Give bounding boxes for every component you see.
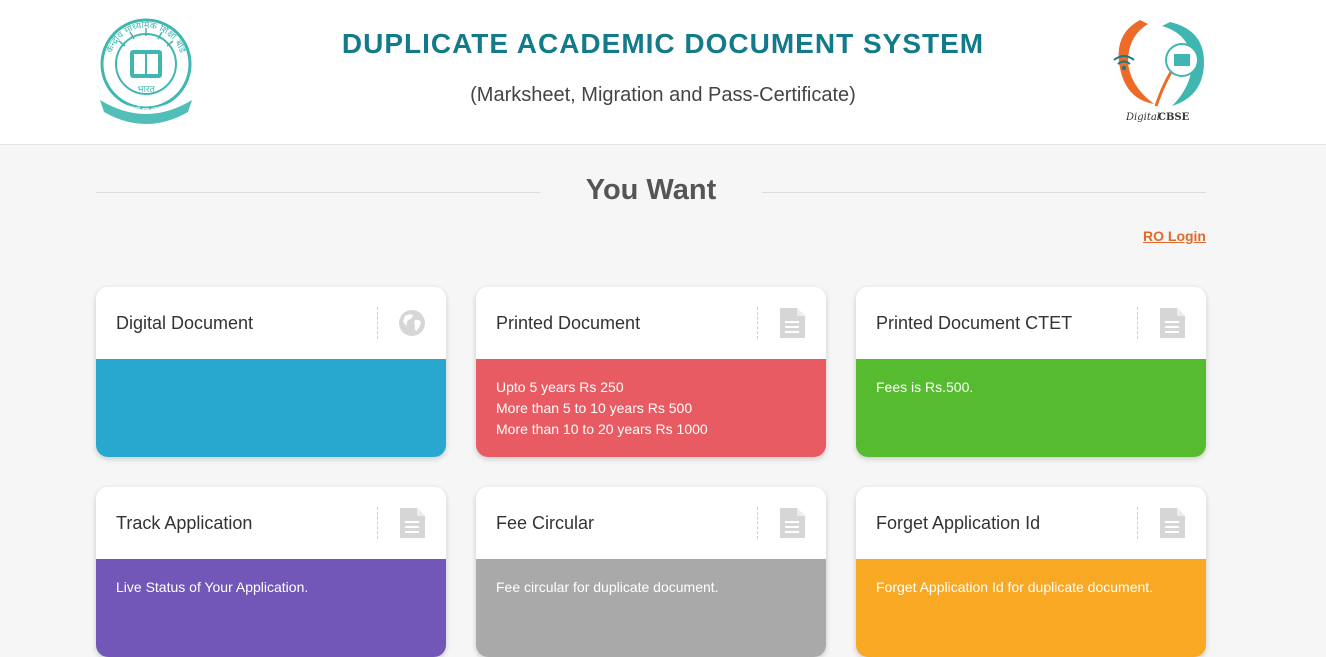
card-body-line: More than 5 to 10 years Rs 500 (496, 400, 693, 416)
document-icon (398, 507, 426, 539)
card-title: Printed Document (496, 313, 641, 333)
section-title: You Want (585, 174, 717, 206)
document-icon (778, 307, 806, 339)
card-title: Digital Document (116, 313, 254, 333)
card-separator (757, 307, 758, 339)
cbse-logo-text: CBSE (1158, 112, 1190, 123)
card-body: Fee circular for duplicate document. (476, 559, 826, 657)
card-body: Upto 5 years Rs 250 More than 5 to 10 yea… (476, 359, 826, 457)
card-header: Printed Document (476, 287, 826, 359)
card-body (96, 359, 446, 457)
section-divider-right (762, 192, 1206, 193)
digital-cbse-logo: Digital CBSE (1113, 20, 1204, 123)
card-body: Forget Application Id for duplicate docu… (856, 559, 1206, 657)
card-separator (377, 307, 378, 339)
card-header: Fee Circular (476, 487, 826, 559)
card-body-line: Upto 5 years Rs 250 (496, 379, 624, 395)
globe-icon (398, 307, 426, 339)
card-body-line: Forget Application Id for duplicate docu… (876, 579, 1154, 595)
card-title: Printed Document CTET (876, 313, 1073, 333)
card-title: Track Application (116, 513, 253, 533)
card-header: Track Application (96, 487, 446, 559)
card-body-line: Fee circular for duplicate document. (496, 579, 719, 595)
card-body-line: Live Status of Your Application. (116, 579, 309, 595)
card-body-line: More than 10 to 20 years Rs 1000 (496, 421, 708, 437)
card-title: Forget Application Id (876, 513, 1041, 533)
card-separator (1137, 307, 1138, 339)
card-header: Digital Document (96, 287, 446, 359)
card-body: Fees is Rs.500. (856, 359, 1206, 457)
card-body: Live Status of Your Application. (96, 559, 446, 657)
card-separator (377, 507, 378, 539)
card-body-line: Fees is Rs.500. (876, 379, 974, 395)
card-printed-document-ctet[interactable]: Printed Document CTET Fees is Rs.500. (856, 287, 1206, 457)
card-printed-document[interactable]: Printed Document Upto 5 years Rs 250 More … (476, 287, 826, 457)
site-header: केन्द्रीय माध्यमिक शिक्षा बोर्ड भारत असत… (0, 0, 1326, 145)
document-icon (778, 507, 806, 539)
card-header: Forget Application Id (856, 487, 1206, 559)
ro-login-link[interactable]: RO Login (1143, 228, 1206, 244)
section-divider-left (96, 192, 540, 193)
document-icon (1158, 507, 1186, 539)
card-separator (1137, 507, 1138, 539)
digital-logo-text: Digital (1125, 112, 1160, 123)
card-separator (757, 507, 758, 539)
document-icon (1158, 307, 1186, 339)
card-header: Printed Document CTET (856, 287, 1206, 359)
card-title: Fee Circular (496, 513, 595, 533)
card-digital-document[interactable]: Digital Document (96, 287, 446, 457)
